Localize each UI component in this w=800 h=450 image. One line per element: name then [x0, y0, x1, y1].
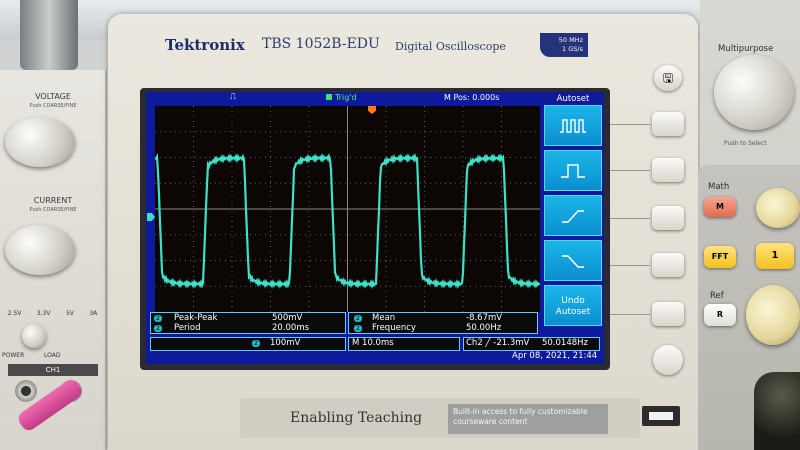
side-menu: Undo Autoset [541, 92, 604, 338]
undo-autoset-button[interactable]: Undo Autoset [544, 285, 602, 326]
softkey-line [610, 170, 650, 171]
usb-slot [649, 412, 673, 420]
softkey-line [610, 124, 650, 125]
footer-title: Enabling Teaching [290, 410, 423, 426]
measure-mean-name: Mean [372, 313, 396, 323]
trigger-status-icon [326, 94, 332, 100]
softkey-1[interactable] [652, 112, 684, 136]
ch2-badge: 2 [354, 315, 362, 322]
status-header: ⎍ Trig'd M Pos: 0.000s [146, 92, 538, 104]
voltage-sub-label: Push COARSE/FINE [29, 103, 77, 109]
softkey-5[interactable] [652, 302, 684, 326]
brand-logo: Tektronix [165, 36, 245, 54]
multipurpose-label: Multipurpose [718, 44, 774, 54]
rising-edge-icon [562, 210, 584, 223]
ch2-badge: 2 [354, 325, 362, 332]
measure-frequency-value: 50.00Hz [466, 323, 502, 333]
multipurpose-knob[interactable] [714, 55, 794, 130]
side-menu-title: Autoset [556, 94, 590, 104]
menu-item-rising[interactable] [544, 195, 602, 236]
trigger-type-icon: ⎍ [230, 92, 237, 102]
scale-box [150, 337, 346, 351]
math-button[interactable]: M [704, 197, 736, 217]
preset-5v[interactable]: 5V [66, 310, 74, 322]
square-wave-icon [560, 119, 586, 133]
ref-label: Ref [710, 291, 724, 301]
softkey-3[interactable] [652, 206, 684, 230]
measure-period-value: 20.00ms [272, 323, 310, 333]
save-button[interactable]: 🖫 [654, 65, 682, 91]
falling-edge-icon [562, 255, 584, 268]
voltage-label: VOLTAGE [35, 92, 71, 101]
load-knob[interactable] [22, 324, 46, 348]
trigger-status: Trig'd [335, 93, 357, 102]
current-label: CURRENT [33, 196, 73, 205]
softkey-line [610, 218, 650, 219]
current-sub-label: Push COARSE/FINE [29, 207, 77, 213]
channel-scale: 100mV [270, 338, 301, 348]
measure-frequency-name: Frequency [372, 323, 416, 333]
ch2-badge: 2 [154, 325, 162, 332]
voltage-knob[interactable] [5, 117, 75, 167]
ch2-badge: 2 [154, 315, 162, 322]
load-label: LOAD [44, 352, 61, 359]
measure-peak-peak-value: 500mV [272, 313, 303, 323]
m-pos: M Pos: 0.000s [444, 93, 500, 102]
ch1-scale-knob[interactable] [746, 285, 800, 345]
preset-3v3[interactable]: 3.3V [37, 310, 51, 322]
waveform-display [155, 106, 540, 312]
menu-item-pulse[interactable] [544, 150, 602, 191]
softkey-line [610, 314, 650, 315]
menu-item-falling[interactable] [544, 240, 602, 281]
timebase: M 10.0ms [352, 338, 394, 348]
single-pulse-icon [561, 164, 585, 178]
softkey-2[interactable] [652, 158, 684, 182]
usb-port[interactable] [642, 406, 680, 426]
model-name: TBS 1052B-EDU [262, 36, 380, 52]
ch2-badge: 2 [252, 340, 260, 347]
softkey-line [610, 265, 650, 266]
measure-period-name: Period [174, 323, 201, 333]
current-knob[interactable] [5, 225, 75, 275]
softkey-4[interactable] [652, 253, 684, 277]
ref-button[interactable]: R [704, 304, 736, 326]
channel-1-button[interactable]: 1 [756, 243, 794, 269]
menu-item-square[interactable] [544, 105, 602, 146]
waveform-graticule [155, 106, 540, 312]
power-label: POWER [2, 352, 25, 359]
push-select-label: Push to Select [724, 140, 767, 147]
measure-mean-value: -8.67mV [466, 313, 503, 323]
model-description: Digital Oscilloscope [395, 40, 506, 53]
trigger-info: Ch2 ╱ -21.3mV [466, 338, 530, 348]
power-button[interactable] [653, 345, 683, 375]
trigger-frequency: 50.0148Hz [542, 338, 589, 348]
preset-3a[interactable]: 3A [89, 310, 97, 322]
background-stand [20, 0, 78, 70]
bnc-connector[interactable] [754, 372, 800, 450]
ch1-position-knob[interactable] [756, 188, 800, 228]
spec-badge: 50 MHz 1 GS/s [540, 33, 588, 57]
math-label: Math [708, 182, 730, 192]
measure-peak-peak-name: Peak-Peak [174, 313, 218, 323]
save-icon: 🖫 [662, 71, 674, 85]
psu-jack-left[interactable] [15, 380, 37, 402]
channel-label: CH1 [8, 364, 98, 376]
spec-samplerate: 1 GS/s [562, 45, 583, 53]
psu-preset-row: 2.5V 3.3V 5V 3A [0, 310, 105, 322]
datetime: Apr 08, 2021, 21:44 [512, 351, 598, 361]
preset-2v5[interactable]: 2.5V [8, 310, 22, 322]
footer-description: Built-in access to fully customizable co… [448, 404, 608, 434]
spec-bandwidth: 50 MHz [558, 36, 583, 44]
fft-button[interactable]: FFT [704, 246, 736, 268]
